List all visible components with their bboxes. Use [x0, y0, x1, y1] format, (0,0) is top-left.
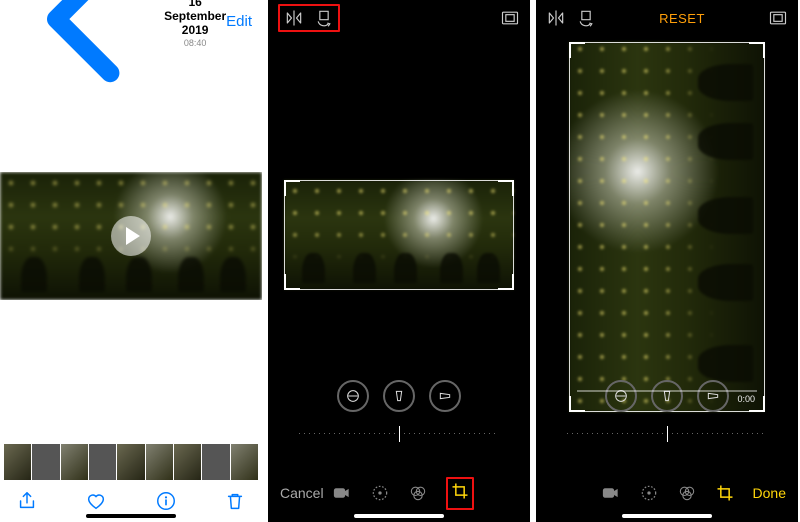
video-mode-icon — [332, 483, 352, 503]
home-indicator[interactable] — [354, 514, 444, 518]
thumbnail[interactable] — [202, 444, 229, 480]
mode-crop[interactable] — [715, 483, 735, 503]
thumbnail[interactable] — [231, 444, 258, 480]
adjust-controls — [268, 380, 530, 444]
title-block: 16 September 2019 08:40 — [164, 0, 226, 48]
rotate-button[interactable] — [576, 8, 596, 28]
straighten-button[interactable] — [605, 380, 637, 412]
edit-button[interactable]: Edit — [226, 13, 252, 30]
crop-frame[interactable] — [569, 42, 765, 412]
home-indicator[interactable] — [622, 514, 712, 518]
mode-video[interactable] — [601, 483, 621, 503]
mode-video[interactable] — [332, 483, 352, 503]
crop-handle-bl[interactable] — [284, 274, 300, 290]
crop-frame[interactable] — [284, 180, 514, 290]
highlight-crop-mode — [446, 477, 474, 510]
aspect-ratio-icon — [500, 8, 520, 28]
thumbnail[interactable] — [89, 444, 116, 480]
highlight-flip-rotate — [278, 4, 340, 32]
straighten-icon — [345, 388, 361, 404]
crop-mode-icon — [715, 483, 735, 503]
filters-mode-icon — [677, 483, 697, 503]
home-indicator[interactable] — [86, 514, 176, 518]
rotate-icon — [576, 8, 596, 28]
editor-bottom-bar: Cancel — [268, 474, 530, 512]
share-button[interactable] — [16, 490, 38, 512]
aspect-ratio-icon — [768, 8, 788, 28]
crop-mode-icon — [450, 481, 470, 501]
filters-mode-icon — [408, 483, 428, 503]
horizontal-perspective-icon — [437, 388, 453, 404]
thumbnail[interactable] — [146, 444, 173, 480]
photos-viewer-screen: 16 September 2019 08:40 Edit — [0, 0, 262, 522]
flip-button[interactable] — [546, 8, 566, 28]
title-time: 08:40 — [164, 38, 226, 48]
crop-handle-tr[interactable] — [498, 180, 514, 196]
title-date: 16 September 2019 — [164, 0, 226, 37]
crop-editor-screen: Cancel — [268, 0, 530, 522]
video-time-label: 0:00 — [737, 394, 755, 404]
vertical-perspective-icon — [391, 388, 407, 404]
thumbnail[interactable] — [4, 444, 31, 480]
edit-modes — [332, 477, 474, 510]
chevron-left-icon — [10, 0, 164, 96]
edit-modes — [601, 483, 735, 503]
trash-icon — [224, 490, 246, 512]
info-button[interactable] — [155, 490, 177, 512]
aspect-ratio-button[interactable] — [768, 8, 788, 28]
crop-handle-tr[interactable] — [749, 42, 765, 58]
crop-editor-rotated-screen: RESET 0:00 — [536, 0, 798, 522]
editor-top-bar — [268, 0, 530, 36]
editor-top-bar: RESET — [536, 0, 798, 36]
thumbnail[interactable] — [174, 444, 201, 480]
crop-handle-br[interactable] — [498, 274, 514, 290]
crop-canvas[interactable] — [284, 180, 514, 290]
rotate-button[interactable] — [314, 8, 334, 28]
thumbnail[interactable] — [117, 444, 144, 480]
adjust-mode-icon — [370, 483, 390, 503]
rotate-icon — [314, 8, 334, 28]
flip-horizontal-icon — [546, 8, 566, 28]
mode-filters[interactable] — [408, 483, 428, 503]
cancel-button[interactable]: Cancel — [280, 485, 324, 501]
video-progress[interactable] — [577, 390, 757, 392]
vertical-perspective-button[interactable] — [651, 380, 683, 412]
crop-canvas[interactable]: 0:00 — [569, 42, 765, 412]
favorite-button[interactable] — [85, 490, 107, 512]
back-button[interactable] — [10, 0, 164, 100]
nav-bar: 16 September 2019 08:40 Edit — [0, 0, 262, 42]
thumbnail[interactable] — [32, 444, 59, 480]
aspect-ratio-button[interactable] — [500, 8, 520, 28]
angle-ruler[interactable] — [567, 424, 767, 444]
reset-button[interactable]: RESET — [659, 11, 705, 26]
video-preview[interactable] — [0, 172, 262, 300]
crop-handle-tl[interactable] — [569, 42, 585, 58]
mode-filters[interactable] — [677, 483, 697, 503]
thumbnail-strip[interactable] — [0, 444, 262, 480]
flip-horizontal-icon — [284, 8, 304, 28]
straighten-button[interactable] — [337, 380, 369, 412]
mode-adjust[interactable] — [639, 483, 659, 503]
vertical-perspective-button[interactable] — [383, 380, 415, 412]
play-icon[interactable] — [111, 216, 151, 256]
crop-handle-tl[interactable] — [284, 180, 300, 196]
mode-adjust[interactable] — [370, 483, 390, 503]
horizontal-perspective-button[interactable] — [697, 380, 729, 412]
editor-bottom-bar: Done — [536, 474, 798, 512]
flip-button[interactable] — [284, 8, 304, 28]
delete-button[interactable] — [224, 490, 246, 512]
angle-ruler[interactable] — [299, 424, 499, 444]
done-button[interactable]: Done — [753, 485, 786, 501]
share-icon — [16, 490, 38, 512]
mode-crop[interactable] — [450, 481, 470, 501]
horizontal-perspective-button[interactable] — [429, 380, 461, 412]
heart-icon — [85, 490, 107, 512]
info-icon — [155, 490, 177, 512]
thumbnail[interactable] — [61, 444, 88, 480]
adjust-mode-icon — [639, 483, 659, 503]
video-mode-icon — [601, 483, 621, 503]
